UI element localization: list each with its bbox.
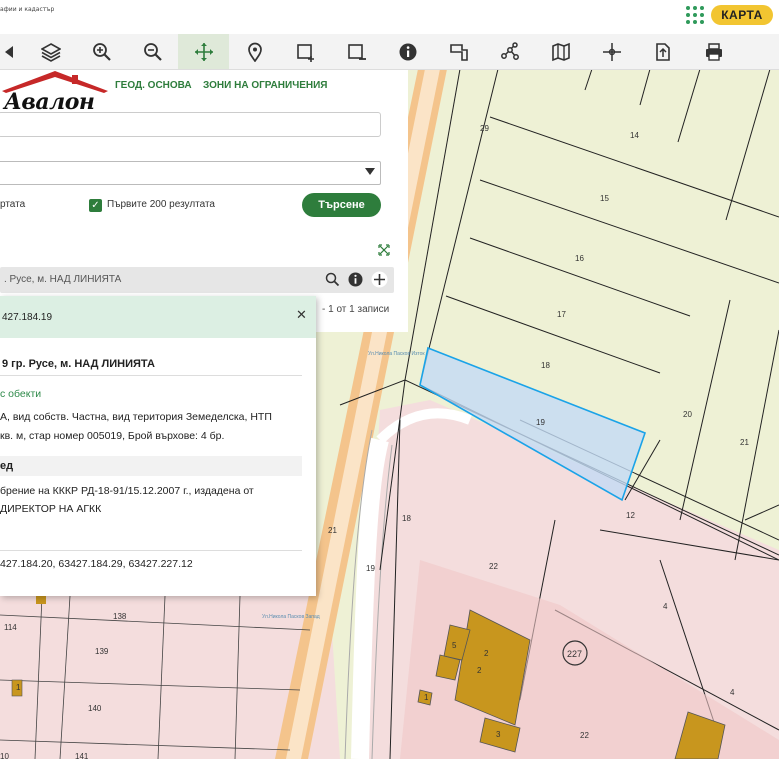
svg-text:2: 2: [477, 666, 482, 675]
svg-text:14: 14: [630, 131, 639, 140]
svg-text:16: 16: [575, 254, 584, 263]
ruler-icon: [449, 43, 468, 61]
expand-icon[interactable]: [378, 244, 390, 256]
desc-line-1: А, вид собств. Частна, вид територия Зем…: [0, 411, 272, 423]
first-200-label: Първите 200 резултата: [107, 199, 215, 210]
svg-text:29: 29: [480, 124, 489, 133]
divider: [0, 375, 302, 376]
tool-print[interactable]: [688, 34, 739, 69]
apps-grid-icon[interactable]: [686, 6, 704, 24]
svg-text:12: 12: [626, 511, 635, 520]
tab-geo-base[interactable]: ГЕОД. ОСНОВА: [115, 80, 192, 91]
tool-pan-left[interactable]: [0, 34, 25, 69]
route-icon: [500, 41, 519, 60]
svg-text:5: 5: [452, 641, 457, 650]
pager-text: - 1 от 1 записи: [322, 304, 390, 315]
street-label-east: Ул.Никола Пасков Изток: [368, 351, 425, 357]
neighbors-list: 427.184.20, 63427.184.29, 63427.227.12: [0, 558, 193, 570]
tool-remove-area[interactable]: [331, 34, 382, 69]
tab-restriction-zones[interactable]: ЗОНИ НА ОГРАНИЧЕНИЯ: [203, 80, 327, 91]
svg-text:114: 114: [4, 623, 17, 632]
map-icon: [551, 42, 570, 61]
search-input[interactable]: [0, 112, 381, 137]
svg-text:19: 19: [536, 418, 545, 427]
info-icon[interactable]: [347, 271, 364, 288]
svg-text:22: 22: [580, 731, 589, 740]
svg-text:4: 4: [730, 688, 735, 697]
order-line-1: брение на КККР РД-18-91/15.12.2007 г., и…: [0, 485, 254, 497]
layers-icon: [40, 42, 61, 62]
search-select[interactable]: [0, 161, 381, 185]
svg-text:19: 19: [366, 564, 375, 573]
export-icon: [655, 42, 670, 61]
add-icon[interactable]: [371, 271, 388, 288]
top-bar: афии и кадастър КАРТА: [0, 0, 779, 34]
print-icon: [705, 42, 722, 61]
tool-move[interactable]: [178, 34, 229, 69]
svg-text:140: 140: [88, 704, 102, 713]
order-line-2: ДИРЕКТОР НА АГКК: [0, 503, 102, 515]
popup-header: 427.184.19 ✕: [0, 296, 316, 338]
svg-text:3: 3: [496, 730, 501, 739]
parcel-info-popup: 427.184.19 ✕ 9 гр. Русе, м. НАД ЛИНИЯТА …: [0, 296, 316, 596]
tool-info[interactable]: [382, 34, 433, 69]
svg-text:18: 18: [541, 361, 550, 370]
svg-text:22: 22: [489, 562, 498, 571]
first-200-checkbox[interactable]: ✓: [89, 199, 102, 212]
tool-crosshair[interactable]: [586, 34, 637, 69]
svg-text:17: 17: [557, 310, 566, 319]
svg-text:21: 21: [328, 526, 337, 535]
agency-name: афии и кадастър: [0, 6, 55, 13]
search-panel: Авалон ГЕОД. ОСНОВА ЗОНИ НА ОГРАНИЧЕНИЯ …: [0, 69, 408, 332]
search-icon[interactable]: [324, 271, 341, 288]
svg-text:10: 10: [0, 752, 9, 759]
street-label-west: Ул.Никола Пасков Запад: [262, 614, 320, 620]
crosshair-icon: [602, 42, 621, 61]
zoom-in-icon: [92, 42, 111, 61]
svg-text:15: 15: [600, 194, 609, 203]
search-button[interactable]: Търсене: [302, 193, 381, 217]
move-icon: [194, 42, 213, 61]
chevron-down-icon: [365, 168, 375, 175]
svg-text:20: 20: [683, 410, 692, 419]
map-toolbar: [0, 34, 779, 70]
tool-export[interactable]: [637, 34, 688, 69]
svg-text:18: 18: [402, 514, 411, 523]
popup-title: 9 гр. Русе, м. НАД ЛИНИЯТА: [2, 358, 155, 370]
svg-text:138: 138: [113, 612, 127, 621]
svg-text:21: 21: [740, 438, 749, 447]
divider: [0, 550, 302, 551]
add-area-icon: [296, 43, 314, 62]
tool-measure[interactable]: [433, 34, 484, 69]
section-bar: ед: [0, 456, 302, 476]
svg-text:1: 1: [424, 693, 429, 702]
info-icon: [399, 43, 416, 60]
svg-text:1: 1: [16, 683, 21, 692]
svg-text:141: 141: [75, 752, 89, 759]
tool-add-area[interactable]: [280, 34, 331, 69]
result-row-text: . Русе, м. НАД ЛИНИЯТА: [4, 274, 122, 285]
checkbox-label-left: ртата: [0, 199, 26, 210]
tool-zoom-in[interactable]: [76, 34, 127, 69]
tool-zoom-out[interactable]: [127, 34, 178, 69]
remove-area-icon: [347, 43, 366, 60]
section-label: ед: [0, 460, 14, 472]
svg-text:227: 227: [567, 649, 582, 659]
map-pin-icon: [247, 42, 262, 62]
popup-parcel-id: 427.184.19: [2, 312, 53, 323]
desc-line-2: кв. м, стар номер 005019, Брой върхове: …: [0, 430, 225, 442]
tool-layers[interactable]: [25, 34, 76, 69]
svg-text:4: 4: [663, 602, 668, 611]
zoom-out-icon: [143, 42, 162, 61]
svg-text:2: 2: [484, 649, 489, 658]
svg-text:139: 139: [95, 647, 109, 656]
tool-marker[interactable]: [229, 34, 280, 69]
arrow-left-icon: [4, 45, 13, 58]
tool-map[interactable]: [535, 34, 586, 69]
tool-route[interactable]: [484, 34, 535, 69]
close-icon[interactable]: ✕: [296, 308, 307, 323]
map-button[interactable]: КАРТА: [711, 5, 773, 25]
result-row[interactable]: . Русе, м. НАД ЛИНИЯТА: [0, 267, 394, 293]
related-objects-link[interactable]: с обекти: [0, 388, 41, 400]
